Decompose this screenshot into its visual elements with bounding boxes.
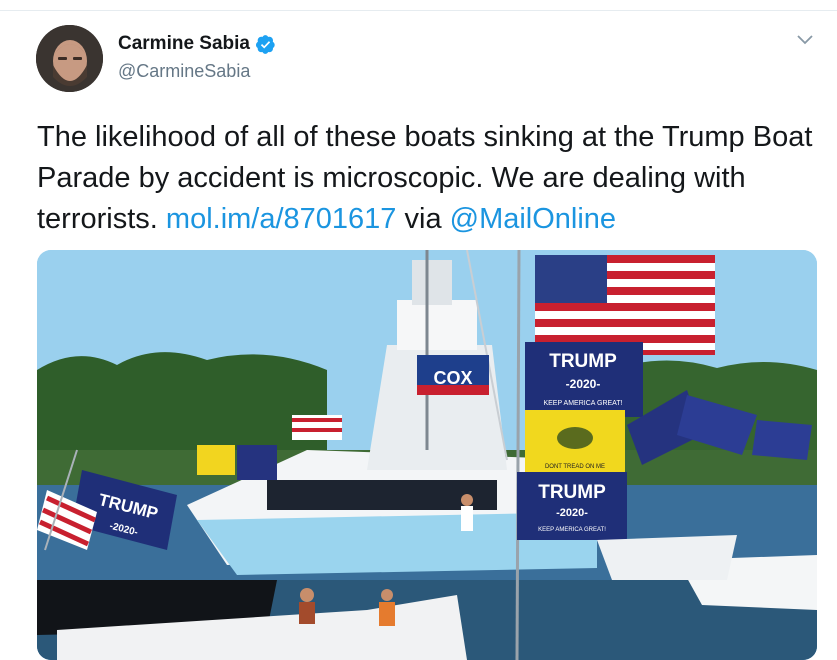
trump-flag-1-slogan: KEEP AMERICA GREAT! <box>543 400 622 407</box>
article-link[interactable]: mol.im/a/8701617 <box>166 203 397 235</box>
chevron-down-icon[interactable] <box>795 32 815 46</box>
tweet-photo[interactable]: COX TRUMP -2020- KEEP AMERICA GREAT! DON… <box>37 250 817 660</box>
avatar[interactable] <box>36 25 103 92</box>
via-text: via <box>396 203 450 235</box>
author-display-name[interactable]: Carmine Sabia <box>118 33 250 55</box>
boat-parade-photo: COX TRUMP -2020- KEEP AMERICA GREAT! DON… <box>37 250 817 660</box>
author-name-row[interactable]: Carmine Sabia <box>118 33 276 55</box>
trump-flag-2-text: TRUMP <box>538 482 606 503</box>
trump-flag-1-year: -2020- <box>566 377 601 391</box>
top-divider <box>0 10 837 11</box>
mailonline-mention[interactable]: @MailOnline <box>450 203 616 235</box>
avatar-image <box>36 25 103 92</box>
tweet-text: The likelihood of all of these boats sin… <box>37 117 827 240</box>
verified-badge-icon <box>255 34 275 54</box>
trump-flag-2-year: -2020- <box>556 507 588 519</box>
trump-flag-1-text: TRUMP <box>549 351 617 372</box>
cox-sign-text: COX <box>433 368 472 388</box>
gadsden-flag-text: DONT TREAD ON ME <box>545 464 605 470</box>
trump-flag-2-slogan: KEEP AMERICA GREAT! <box>538 527 606 533</box>
author-handle[interactable]: @CarmineSabia <box>118 61 250 82</box>
